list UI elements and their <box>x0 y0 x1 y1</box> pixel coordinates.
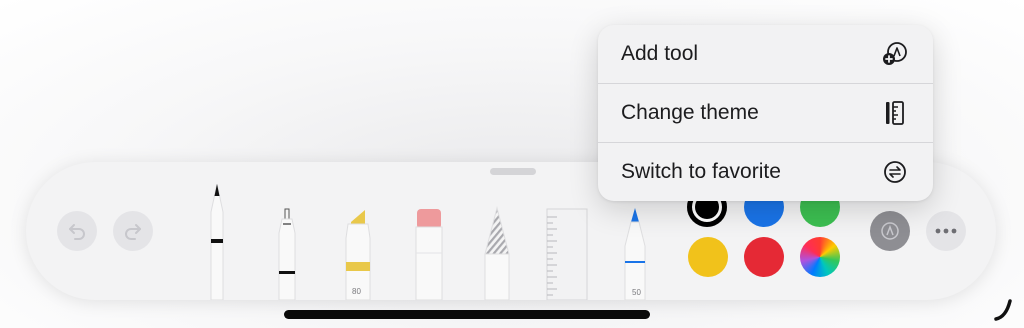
more-ellipsis-icon <box>935 228 957 234</box>
pencil-tool[interactable] <box>480 206 514 300</box>
highlighter-icon <box>345 210 371 300</box>
highlighter-tool[interactable]: 80 <box>340 206 376 300</box>
fineliner-icon <box>278 208 296 300</box>
add-shape-icon <box>881 40 909 68</box>
menu-item-change-theme[interactable]: Change theme <box>598 84 933 142</box>
home-indicator <box>284 310 650 319</box>
theme-ruler-icon <box>881 99 909 127</box>
tool-options-button[interactable] <box>870 211 910 251</box>
menu-item-add-tool[interactable]: Add tool <box>598 25 933 83</box>
menu-item-label: Add tool <box>621 42 699 65</box>
color-swatch-red[interactable] <box>744 237 784 277</box>
color-wheel-button[interactable] <box>800 237 840 277</box>
pencil-tip-icon <box>881 222 899 240</box>
fineliner-tool[interactable] <box>270 207 304 300</box>
corner-stroke-mark <box>994 299 1012 321</box>
color-swatch-yellow[interactable] <box>688 237 728 277</box>
redo-icon <box>125 224 141 240</box>
menu-item-label: Switch to favorite <box>621 160 781 183</box>
more-button[interactable] <box>926 211 966 251</box>
undo-icon <box>69 224 85 240</box>
pen-icon <box>210 183 224 300</box>
eraser-tool[interactable] <box>412 207 446 300</box>
screen: 80 50 Add tool Change theme Switch to fa… <box>0 0 1024 328</box>
menu-item-switch-to-favorite[interactable]: Switch to favorite <box>598 143 933 201</box>
undo-button[interactable] <box>57 211 97 251</box>
pen-tool[interactable] <box>200 182 234 300</box>
ruler-icon <box>546 208 588 300</box>
redo-button[interactable] <box>113 211 153 251</box>
switch-arrows-icon <box>881 158 909 186</box>
menu-item-label: Change theme <box>621 101 759 124</box>
pencil-icon <box>484 206 510 300</box>
highlighter-width-label: 80 <box>352 287 361 296</box>
palette-grabber[interactable] <box>490 168 536 175</box>
crayon-width-label: 50 <box>632 288 641 297</box>
more-menu: Add tool Change theme Switch to favorite <box>598 25 933 201</box>
crayon-tool[interactable]: 50 <box>618 206 652 300</box>
eraser-icon <box>415 209 443 300</box>
ruler-tool[interactable] <box>545 207 589 300</box>
crayon-icon <box>624 208 646 300</box>
